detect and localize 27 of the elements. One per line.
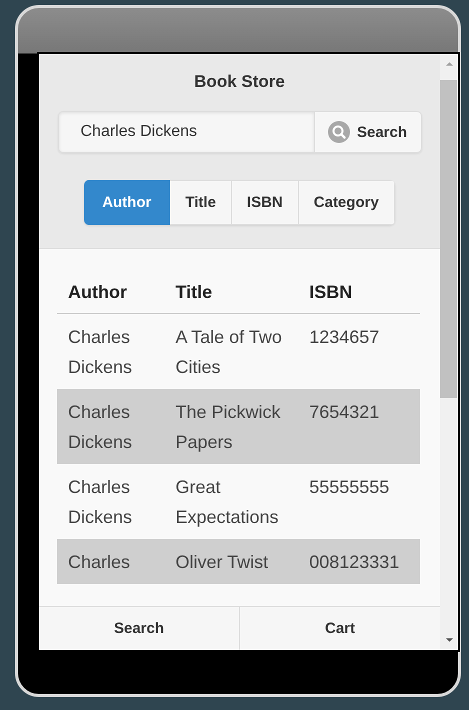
search-icon bbox=[328, 121, 350, 143]
search-field[interactable]: Charles Dickens bbox=[58, 111, 314, 153]
scrollbar-thumb[interactable] bbox=[440, 80, 457, 398]
table-cell: Charles Dickens bbox=[57, 389, 164, 464]
table-cell: Great Expectations bbox=[164, 464, 298, 539]
scroll-up-icon[interactable] bbox=[444, 61, 454, 67]
table-cell: 7654321 bbox=[298, 389, 420, 464]
filter-tab[interactable]: Category bbox=[298, 180, 395, 225]
column-header: Title bbox=[164, 271, 298, 314]
filter-tab[interactable]: Author bbox=[84, 180, 170, 225]
filter-tab[interactable]: Title bbox=[170, 180, 232, 225]
table-cell: 008123331 bbox=[298, 539, 420, 584]
column-header: Author bbox=[57, 271, 164, 314]
table-cell: 1234657 bbox=[298, 314, 420, 389]
table-cell: Charles Dickens bbox=[57, 314, 164, 389]
column-header: ISBN bbox=[298, 271, 420, 314]
app-title: Book Store bbox=[194, 72, 285, 92]
scroll-down-icon[interactable] bbox=[444, 637, 454, 643]
table-cell: The Pickwick Papers bbox=[164, 389, 298, 464]
search-button[interactable]: Search bbox=[314, 111, 422, 153]
table-cell: 55555555 bbox=[298, 464, 420, 539]
filter-tab[interactable]: ISBN bbox=[232, 180, 299, 225]
table-cell: Charles bbox=[57, 539, 164, 584]
table-cell: Oliver Twist bbox=[164, 539, 298, 584]
scrollbar[interactable] bbox=[440, 54, 458, 650]
table-cell: A Tale of Two Cities bbox=[164, 314, 298, 389]
table-cell: Charles Dickens bbox=[57, 464, 164, 539]
